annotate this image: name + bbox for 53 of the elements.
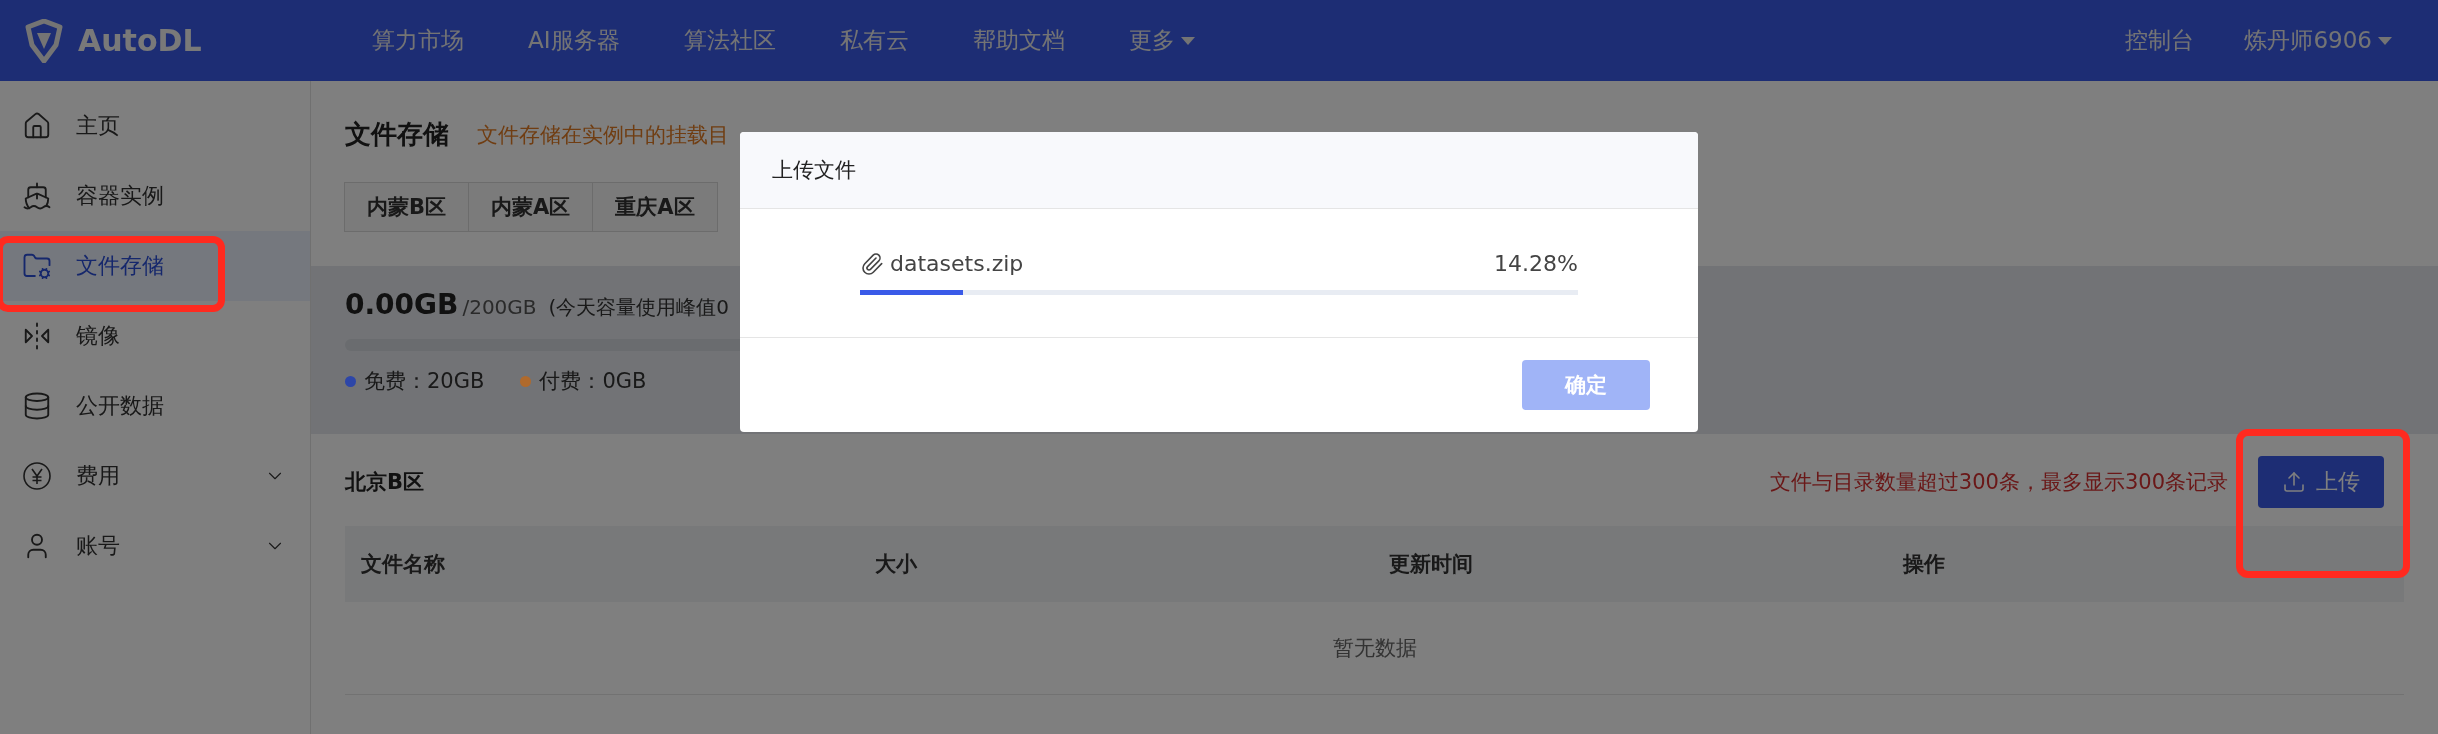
page-title: 文件存储 — [345, 118, 449, 151]
column-header: 更新时间 — [1389, 551, 1474, 578]
total-amount: /200GB — [462, 295, 537, 319]
sidebar-item[interactable]: 公开数据 — [0, 371, 310, 441]
nav-link[interactable]: AI服务器 — [496, 25, 652, 56]
user-menu[interactable]: 炼丹师6906 — [2244, 25, 2392, 56]
legend-item: 免费：20GB — [345, 367, 485, 395]
sidebar-label: 镜像 — [76, 322, 121, 350]
region-title: 北京B区 — [345, 469, 424, 496]
home-icon — [22, 111, 52, 141]
sidebar-label: 费用 — [76, 462, 121, 490]
ship-icon — [22, 181, 52, 211]
limit-notice: 文件与目录数量超过300条，最多显示300条记录 — [1769, 469, 2228, 496]
yen-icon — [22, 461, 52, 491]
column-header: 操作 — [1903, 551, 1946, 578]
sidebar-item[interactable]: 镜像 — [0, 301, 310, 371]
logo-text: AutoDL — [78, 23, 202, 58]
sidebar-label: 文件存储 — [76, 252, 165, 280]
legend-item: 付费：0GB — [520, 367, 647, 395]
sidebar-item[interactable]: 容器实例 — [0, 161, 310, 231]
file-name: datasets.zip — [890, 251, 1024, 276]
sidebar-label: 公开数据 — [76, 392, 165, 420]
usage-note: (今天容量使用峰值0 — [548, 294, 730, 321]
nav-link[interactable]: 算力市场 — [340, 25, 496, 56]
console-link[interactable]: 控制台 — [2125, 25, 2195, 56]
caret-icon — [2378, 36, 2392, 45]
column-header: 文件名称 — [361, 551, 446, 578]
region-tab[interactable]: 内蒙B区 — [344, 182, 469, 232]
nav-link[interactable]: 私有云 — [807, 25, 941, 56]
upload-percent: 14.28% — [1494, 251, 1578, 276]
column-header: 大小 — [875, 551, 918, 578]
dialog-title: 上传文件 — [772, 157, 856, 184]
sidebar-item[interactable]: 费用 — [0, 441, 310, 511]
notice-text: 文件存储在实例中的挂载目 — [477, 121, 729, 149]
sidebar-label: 容器实例 — [76, 182, 165, 210]
region-tab[interactable]: 重庆A区 — [592, 182, 718, 232]
upload-button[interactable]: 上传 — [2258, 456, 2384, 508]
folder-icon — [22, 251, 52, 281]
sidebar-item[interactable]: 账号 — [0, 511, 310, 581]
mirror-icon — [22, 321, 52, 351]
nav-link[interactable]: 更多 — [1096, 25, 1227, 56]
nav-link[interactable]: 算法社区 — [651, 25, 808, 56]
sidebar-item[interactable]: 文件存储 — [0, 231, 310, 301]
sidebar-label: 主页 — [76, 112, 121, 140]
sidebar-label: 账号 — [76, 532, 121, 560]
empty-text: 暂无数据 — [1332, 635, 1417, 662]
upload-icon — [2282, 470, 2306, 494]
used-amount: 0.00GB — [345, 288, 459, 321]
sidebar-item[interactable]: 主页 — [0, 91, 310, 161]
paperclip-icon — [860, 251, 884, 276]
database-icon — [22, 391, 52, 421]
nav-link[interactable]: 帮助文档 — [940, 25, 1097, 56]
region-tab[interactable]: 内蒙A区 — [468, 182, 594, 232]
